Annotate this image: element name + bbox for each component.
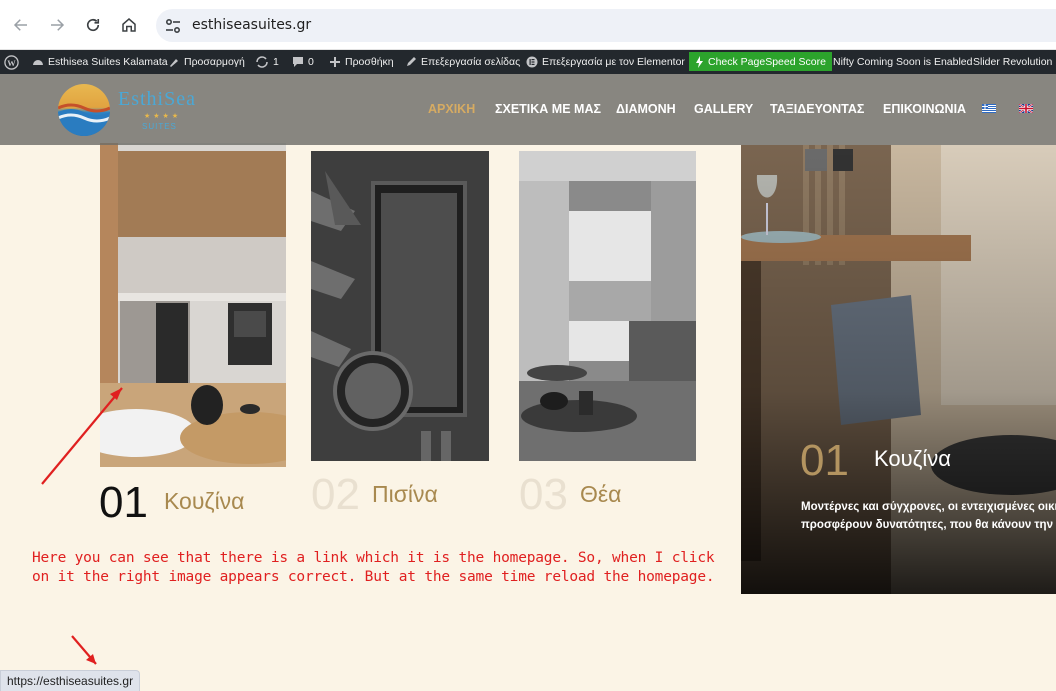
menu-item-about[interactable]: ΣΧΕΤΙΚΑ ΜΕ ΜΑΣ	[495, 102, 601, 116]
status-bar-url: https://esthiseasuites.gr	[0, 670, 141, 691]
pagespeed-label: Check PageSpeed Score	[708, 55, 826, 68]
comments-count: 0	[308, 56, 314, 68]
comment-icon	[293, 57, 303, 67]
slider-desc-line-2: προσφέρουν δυνατότητες, που θα κάνουν τη…	[801, 519, 1056, 531]
logo-text: EsthiSea	[118, 88, 196, 110]
slider-number: 01	[800, 436, 849, 485]
slider-title: Κουζίνα	[874, 446, 951, 471]
card-title-3[interactable]: Θέα	[580, 481, 621, 508]
logo-waves-icon	[58, 103, 110, 136]
browser-toolbar: esthiseasuites.gr	[0, 0, 1056, 50]
uk-flag-icon[interactable]	[1019, 104, 1033, 113]
updates-count: 1	[273, 56, 279, 68]
customize-label: Προσαρμογή	[184, 56, 245, 68]
wp-customize[interactable]: Προσαρμογή	[168, 50, 245, 74]
nifty-label: Nifty Coming Soon is Enabled	[833, 56, 973, 68]
updates-icon	[256, 56, 268, 68]
back-button[interactable]	[9, 13, 33, 37]
svg-text:W: W	[7, 57, 16, 67]
logo-subtitle: SUITES	[142, 122, 177, 131]
arrow-right-icon	[51, 19, 65, 31]
site-logo[interactable]: EsthiSea ★★★★ SUITES	[58, 84, 218, 136]
site-name-label: Esthisea Suites Kalamata	[48, 56, 168, 68]
slider-revolution-menu[interactable]: Slider Revolution	[973, 50, 1052, 74]
pool-image[interactable]	[311, 151, 489, 461]
wp-comments[interactable]: 0	[292, 50, 314, 74]
pencil-icon	[407, 57, 416, 66]
greek-flag-icon[interactable]	[982, 104, 996, 113]
logo-emblem	[58, 84, 110, 136]
card-number-1: 01	[99, 478, 148, 527]
arrow-head-2-icon	[86, 654, 96, 664]
card-title-1[interactable]: Κουζίνα	[164, 488, 244, 515]
menu-item-contact[interactable]: ΕΠΙΚΟΙΝΩΝΙΑ	[883, 102, 966, 116]
view-photo	[519, 151, 696, 461]
edit-page-label: Επεξεργασία σελίδας	[421, 56, 521, 68]
menu-item-gallery[interactable]: GALLERY	[694, 102, 753, 116]
brush-icon	[170, 59, 178, 67]
wp-add-new[interactable]: Προσθήκη	[329, 50, 394, 74]
wordpress-icon: W	[4, 54, 19, 70]
kitchen-photo	[100, 143, 286, 467]
card-number-2: 02	[311, 470, 360, 519]
plus-icon	[330, 57, 340, 67]
dashboard-icon	[33, 60, 43, 65]
logo-stars: ★★★★	[144, 113, 182, 120]
address-bar[interactable]: esthiseasuites.gr	[156, 9, 1056, 42]
wp-updates[interactable]: 1	[255, 50, 279, 74]
card-title-2[interactable]: Πισίνα	[372, 481, 438, 508]
view-image[interactable]	[519, 151, 696, 461]
pagespeed-button[interactable]: Check PageSpeed Score	[689, 52, 832, 71]
wp-logo-menu[interactable]: W	[4, 50, 19, 74]
elementor-icon	[526, 56, 538, 68]
card-number-3: 03	[519, 470, 568, 519]
site-header: EsthiSea ★★★★ SUITES ΑΡΧΙΚΗ ΣΧΕΤΙΚΑ ΜΕ Μ…	[0, 74, 1056, 145]
url-text[interactable]: esthiseasuites.gr	[192, 17, 311, 33]
menu-item-home[interactable]: ΑΡΧΙΚΗ	[428, 102, 475, 116]
edit-elementor-label: Επεξεργασία με τον Elementor	[542, 56, 685, 68]
home-button[interactable]	[117, 13, 141, 37]
add-new-label: Προσθήκη	[345, 56, 394, 68]
slider-desc-line-1: Μοντέρνες και σύγχρονες, οι εντειχισμένε…	[801, 501, 1056, 513]
arrow-to-status-icon	[71, 635, 97, 665]
arrow-left-icon	[13, 19, 27, 31]
nifty-status[interactable]: Nifty Coming Soon is Enabled	[833, 50, 973, 74]
menu-item-travel[interactable]: ΤΑΞΙΔΕΥΟΝΤΑΣ	[770, 102, 864, 116]
home-icon	[122, 18, 136, 32]
reload-button[interactable]	[81, 13, 105, 37]
wp-site-name[interactable]: Esthisea Suites Kalamata	[32, 50, 168, 74]
kitchen-image[interactable]	[100, 143, 286, 467]
site-info-icon[interactable]	[164, 17, 182, 35]
wp-edit-page[interactable]: Επεξεργασία σελίδας	[405, 50, 520, 74]
wp-admin-bar: W Esthisea Suites Kalamata Προσαρμογή 1 …	[0, 50, 1056, 74]
annotation-note: Here you can see that there is a link wh…	[32, 550, 715, 585]
lightning-icon	[696, 55, 703, 68]
wp-edit-elementor[interactable]: Επεξεργασία με τον Elementor	[526, 50, 685, 74]
forward-button[interactable]	[45, 13, 69, 37]
reload-icon	[86, 18, 100, 32]
pool-photo	[311, 151, 489, 461]
slider-revolution-label: Slider Revolution	[973, 56, 1053, 68]
slider-description: Μοντέρνες και σύγχρονες, οι εντειχισμένε…	[801, 498, 1056, 534]
menu-item-stay[interactable]: ΔΙΑΜΟΝΗ	[616, 102, 676, 116]
